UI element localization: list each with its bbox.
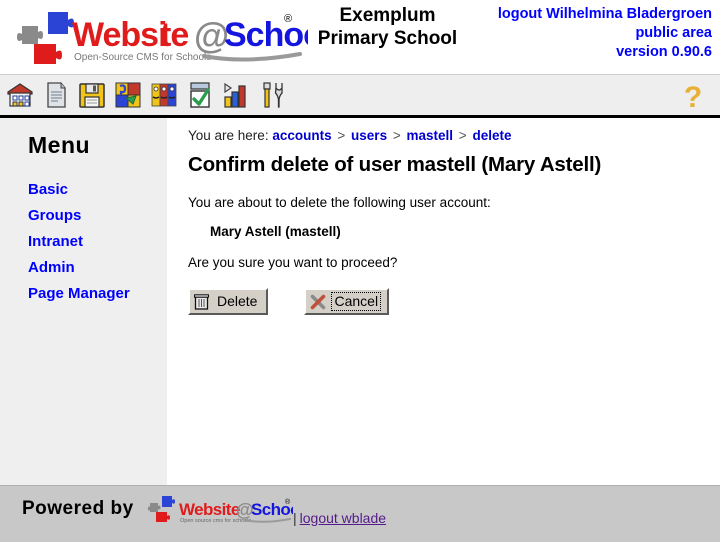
sidebar-item-page-manager[interactable]: Page Manager xyxy=(28,285,167,302)
main-panel: You are here: accounts > users > mastell… xyxy=(167,118,720,485)
breadcrumb-item-users[interactable]: users xyxy=(351,128,387,143)
svg-text:®: ® xyxy=(284,13,292,25)
school-name-line2: Primary School xyxy=(317,28,458,49)
breadcrumb-item-delete[interactable]: delete xyxy=(472,128,511,143)
delete-button-label: Delete xyxy=(217,293,258,309)
sidebar-item-admin[interactable]: Admin xyxy=(28,259,167,276)
sidebar-title: Menu xyxy=(28,132,91,158)
confirm-text: Are you sure you want to proceed? xyxy=(188,255,398,270)
button-row: Delete Cancel xyxy=(188,288,720,315)
intro-text: You are about to delete the following us… xyxy=(188,195,491,210)
header-user-info: logout Wilhelmina Bladergroen public are… xyxy=(498,5,712,62)
footer-logout-link[interactable]: logout wblade xyxy=(300,510,386,526)
sidebar-item-label[interactable]: Page Manager xyxy=(28,285,130,302)
sidebar-item-label[interactable]: Intranet xyxy=(28,233,83,250)
sidebar: Menu Basic Groups Intranet Admin Page Ma… xyxy=(0,118,167,485)
svg-text:?: ? xyxy=(684,81,702,112)
sidebar-item-groups[interactable]: Groups xyxy=(28,207,167,224)
breadcrumb-separator: > xyxy=(392,128,401,143)
puzzle-logo-mark xyxy=(17,12,74,64)
svg-text:Open source cms for schools: Open source cms for schools xyxy=(180,518,251,524)
svg-text:Open-Source CMS for Schools: Open-Source CMS for Schools xyxy=(74,52,211,63)
modules-puzzle-icon[interactable] xyxy=(112,79,144,111)
sidebar-item-label[interactable]: Groups xyxy=(28,207,81,224)
cross-x-icon xyxy=(311,294,326,309)
svg-text:School: School xyxy=(224,16,308,54)
page-icon[interactable] xyxy=(40,79,72,111)
header-version-label: version 0.90.6 xyxy=(616,44,712,60)
breadcrumb-prefix: You are here: xyxy=(188,128,269,143)
page-header: Websi te @ School ® Open-Source CMS for … xyxy=(0,0,720,74)
content-area: Menu Basic Groups Intranet Admin Page Ma… xyxy=(0,118,720,485)
toolbar-icon-group xyxy=(4,79,288,111)
breadcrumb-item-mastell[interactable]: mastell xyxy=(407,128,454,143)
sidebar-item-label[interactable]: Basic xyxy=(28,181,68,198)
account-name: Mary Astell (mastell) xyxy=(210,224,341,239)
tasks-check-icon[interactable] xyxy=(184,79,216,111)
page-footer: Powered by Website @ School ® Open sourc… xyxy=(0,485,720,542)
main-toolbar: ? xyxy=(0,74,720,118)
accounts-faces-icon[interactable] xyxy=(148,79,180,111)
header-logout-link[interactable]: logout Wilhelmina Bladergroen xyxy=(498,6,712,22)
footer-separator: | xyxy=(293,510,297,526)
footer-logout: | logout wblade xyxy=(293,510,386,526)
site-logo[interactable]: Websi te @ School ® Open-Source CMS for … xyxy=(8,4,308,68)
cancel-button-label: Cancel xyxy=(331,292,382,311)
trash-icon xyxy=(194,293,209,310)
statistics-chart-icon[interactable] xyxy=(220,79,252,111)
header-area-label: public area xyxy=(635,25,712,41)
breadcrumb-separator: > xyxy=(458,128,467,143)
sidebar-item-label[interactable]: Admin xyxy=(28,259,75,276)
svg-text:®: ® xyxy=(285,498,291,506)
svg-text:te: te xyxy=(160,16,188,54)
puzzle-logo-mark-small xyxy=(147,496,175,522)
page-title: Confirm delete of user mastell (Mary Ast… xyxy=(188,153,602,176)
svg-text:Websi: Websi xyxy=(72,16,167,54)
tools-icon[interactable] xyxy=(256,79,288,111)
footer-logo[interactable]: Website @ School ® Open source cms for s… xyxy=(147,494,305,531)
cancel-button[interactable]: Cancel xyxy=(304,288,390,315)
breadcrumb-item-accounts[interactable]: accounts xyxy=(272,128,331,143)
save-floppy-icon[interactable] xyxy=(76,79,108,111)
sidebar-item-basic[interactable]: Basic xyxy=(28,181,167,198)
school-name-line1: Exemplum xyxy=(339,5,436,26)
home-icon[interactable] xyxy=(4,79,36,111)
sidebar-menu: Basic Groups Intranet Admin Page Manager xyxy=(28,181,167,302)
powered-by-label: Powered by xyxy=(22,498,134,519)
school-name: Exemplum Primary School xyxy=(300,4,475,50)
delete-button[interactable]: Delete xyxy=(188,288,269,315)
breadcrumb-separator: > xyxy=(337,128,346,143)
breadcrumb: You are here: accounts > users > mastell… xyxy=(188,128,720,143)
help-question-icon[interactable]: ? xyxy=(678,80,708,112)
svg-text:Website: Website xyxy=(179,500,240,519)
sidebar-item-intranet[interactable]: Intranet xyxy=(28,233,167,250)
